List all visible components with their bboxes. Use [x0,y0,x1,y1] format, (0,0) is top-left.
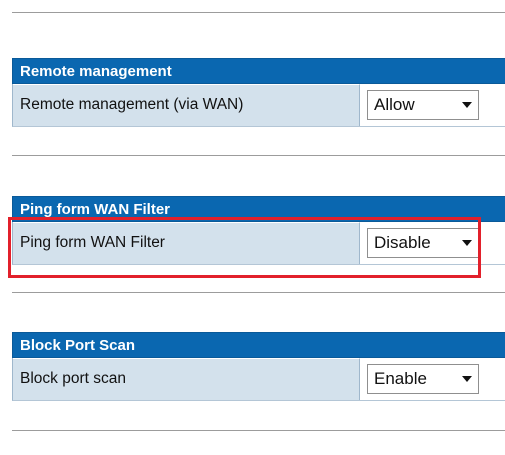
value-cell: Allow [360,84,505,126]
remote-management-label: Remote management (via WAN) [13,84,360,126]
divider-top [12,12,505,13]
remote-management-select[interactable]: Allow [367,90,479,120]
section-ping-wan-filter: Ping form WAN Filter Ping form WAN Filte… [12,196,505,265]
setting-row-ping-wan-filter: Ping form WAN Filter Disable [12,222,505,265]
remote-management-selected-value: Allow [374,95,415,114]
value-cell: Enable [360,358,505,400]
section-header-ping-wan-filter: Ping form WAN Filter [12,196,505,222]
divider-2 [12,292,505,293]
chevron-down-icon [456,102,478,108]
setting-row-block-port-scan: Block port scan Enable [12,358,505,401]
section-remote-management: Remote management Remote management (via… [12,58,505,127]
block-port-scan-label: Block port scan [13,358,360,400]
ping-wan-filter-select[interactable]: Disable [367,228,479,258]
section-header-remote-management: Remote management [12,58,505,84]
chevron-down-icon [456,240,478,246]
ping-wan-filter-label: Ping form WAN Filter [13,222,360,264]
setting-row-remote-management: Remote management (via WAN) Allow [12,84,505,127]
divider-bottom [12,430,505,431]
settings-page: Remote management Remote management (via… [0,0,505,455]
value-cell: Disable [360,222,505,264]
section-block-port-scan: Block Port Scan Block port scan Enable [12,332,505,401]
divider-1 [12,155,505,156]
block-port-scan-selected-value: Enable [374,369,427,388]
ping-wan-filter-selected-value: Disable [374,233,431,252]
section-header-block-port-scan: Block Port Scan [12,332,505,358]
chevron-down-icon [456,376,478,382]
block-port-scan-select[interactable]: Enable [367,364,479,394]
